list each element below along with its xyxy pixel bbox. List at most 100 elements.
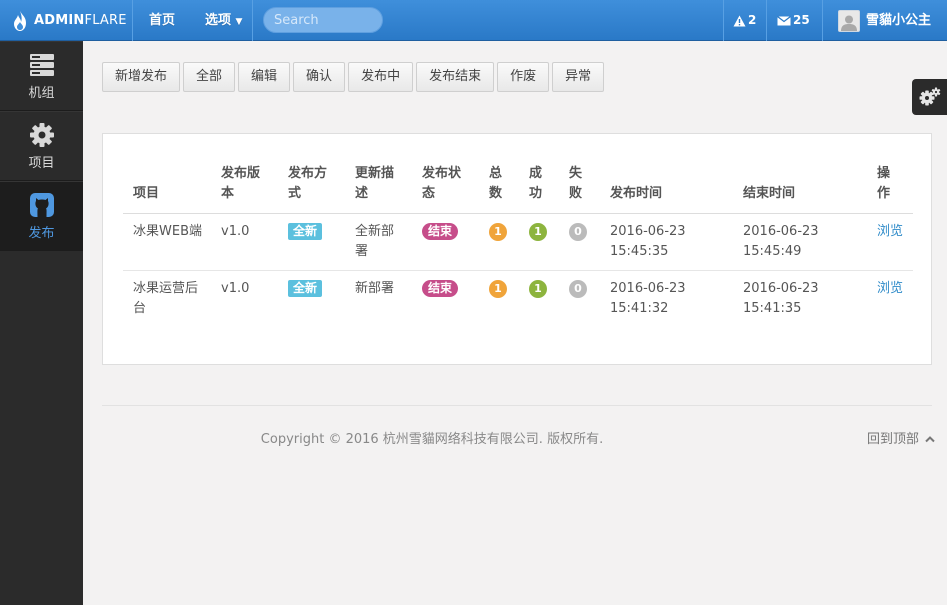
- cell-fail: 0: [559, 213, 600, 271]
- cell-action: 浏览: [867, 213, 913, 271]
- avatar: [838, 9, 860, 32]
- cell-fail: 0: [559, 271, 600, 328]
- method-label: 全新: [288, 223, 323, 240]
- user-silhouette-icon: [841, 15, 857, 31]
- success-count-badge: 1: [529, 223, 547, 241]
- user-menu[interactable]: 雪貓小公主: [838, 0, 931, 41]
- col-header-description: 更新描述: [345, 160, 412, 214]
- table-row: 冰果运营后台 v1.0 全新 新部署 结束 1 1 0 2016-06-23 15…: [123, 271, 913, 328]
- nav-divider: [132, 0, 133, 41]
- cell-total: 1: [479, 213, 519, 271]
- method-label: 全新: [288, 280, 323, 297]
- table-header-row: 项目 发布版本 发布方式 更新描述 发布状态 总数 成功 失败 发布时间 结束时…: [123, 160, 913, 214]
- alerts-indicator[interactable]: 2: [733, 0, 756, 41]
- filter-edit-button[interactable]: 编辑: [238, 62, 291, 92]
- cell-total: 1: [479, 271, 519, 328]
- release-list-panel: 项目 发布版本 发布方式 更新描述 发布状态 总数 成功 失败 发布时间 结束时…: [102, 133, 932, 365]
- cell-version: v1.0: [221, 281, 250, 296]
- release-table: 项目 发布版本 发布方式 更新描述 发布状态 总数 成功 失败 发布时间 结束时…: [123, 160, 913, 328]
- filter-void-button[interactable]: 作废: [497, 62, 550, 92]
- warning-icon: [733, 15, 746, 26]
- brand-logo[interactable]: ADMIN FLARE: [0, 0, 132, 41]
- col-header-start-time: 发布时间: [600, 160, 733, 214]
- cell-project: 冰果运营后台: [133, 281, 199, 316]
- cell-method: 全新: [278, 213, 345, 271]
- col-header-version: 发布版本: [211, 160, 278, 214]
- col-header-total: 总数: [479, 160, 519, 214]
- fail-count-badge: 0: [569, 223, 587, 241]
- cogs-icon: [919, 87, 940, 106]
- cell-action: 浏览: [867, 271, 913, 328]
- sidebar-item-releases[interactable]: 发布: [0, 181, 83, 251]
- back-to-top-label: 回到顶部: [867, 432, 920, 447]
- sidebar-item-label: 项目: [28, 155, 55, 171]
- sidebar-item-projects[interactable]: 项目: [0, 111, 83, 181]
- nav-divider: [822, 0, 823, 41]
- nav-divider: [252, 0, 253, 41]
- cell-version: v1.0: [211, 213, 278, 271]
- nav-divider: [723, 0, 724, 41]
- sidebar-item-servers[interactable]: 机组: [0, 41, 83, 111]
- sidebar-item-label: 发布: [28, 225, 55, 241]
- back-to-top-link[interactable]: 回到顶部: [867, 428, 935, 447]
- col-header-fail: 失败: [559, 160, 600, 214]
- flame-icon: [14, 10, 26, 31]
- success-count-badge: 1: [529, 280, 547, 298]
- cell-end-time: 2016-06-23 15:41:35: [743, 281, 819, 316]
- total-count-badge: 1: [489, 223, 507, 241]
- col-header-end-time: 结束时间: [733, 160, 867, 214]
- col-header-action: 操作: [867, 160, 913, 214]
- col-header-project: 项目: [123, 160, 211, 214]
- nav-options-label: 选项: [205, 13, 232, 28]
- nav-options-dropdown[interactable]: 选项 ▼: [205, 0, 242, 41]
- search-input[interactable]: [263, 7, 383, 33]
- new-release-button[interactable]: 新增发布: [102, 62, 181, 92]
- cell-status: 结束: [412, 213, 479, 271]
- cell-status: 结束: [412, 271, 479, 328]
- col-header-success: 成功: [519, 160, 559, 214]
- server-icon: [29, 53, 54, 76]
- messages-indicator[interactable]: 25: [777, 0, 810, 41]
- filter-error-button[interactable]: 异常: [552, 62, 605, 92]
- cell-method: 全新: [278, 271, 345, 328]
- cell-description: 全新部署: [345, 213, 412, 271]
- footer-divider: [102, 405, 932, 406]
- filter-confirm-button[interactable]: 确认: [293, 62, 346, 92]
- gear-icon: [29, 122, 54, 147]
- filter-finished-button[interactable]: 发布结束: [416, 62, 495, 92]
- user-name: 雪貓小公主: [866, 13, 932, 28]
- copyright-text: Copyright © 2016 杭州雪貓网络科技有限公司. 版权所有.: [260, 432, 604, 447]
- filter-publishing-button[interactable]: 发布中: [348, 62, 414, 92]
- nav-home-link[interactable]: 首页: [149, 0, 175, 41]
- table-row: 冰果WEB端 v1.0 全新 全新部署 结束 1 1 0 2016-06-23 1…: [123, 213, 913, 271]
- envelope-icon: [777, 15, 791, 25]
- view-link[interactable]: 浏览: [877, 224, 903, 239]
- total-count-badge: 1: [489, 280, 507, 298]
- view-link[interactable]: 浏览: [877, 281, 903, 296]
- top-navbar: ADMINFLARE 首页 选项 ▼ 2 25 雪貓小公主: [0, 0, 947, 41]
- cell-success: 1: [519, 271, 559, 328]
- fail-count-badge: 0: [569, 280, 587, 298]
- col-header-status: 发布状态: [412, 160, 479, 214]
- cell-description: 新部署: [355, 281, 395, 296]
- github-icon: [29, 192, 54, 217]
- cell-start-time: 2016-06-23 15:45:35: [600, 213, 733, 271]
- status-badge: 结束: [422, 223, 459, 240]
- chevron-up-icon: [925, 436, 935, 443]
- filter-all-button[interactable]: 全部: [183, 62, 236, 92]
- status-badge: 结束: [422, 280, 459, 297]
- caret-down-icon: ▼: [235, 17, 243, 27]
- sidebar: 机组 项目 发布: [0, 41, 83, 605]
- release-filter-toolbar: 新增发布 全部 编辑 确认 发布中 发布结束 作废 异常: [102, 62, 607, 92]
- cell-success: 1: [519, 213, 559, 271]
- cell-project: 冰果WEB端: [123, 213, 211, 271]
- nav-divider: [766, 0, 767, 41]
- alerts-count: 2: [748, 13, 757, 27]
- cell-end-time: 2016-06-23 15:45:49: [733, 213, 867, 271]
- settings-widget-toggle[interactable]: [912, 79, 947, 115]
- col-header-method: 发布方式: [278, 160, 345, 214]
- brand-name-bold: ADMIN: [34, 13, 85, 28]
- cell-start-time: 2016-06-23 15:41:32: [610, 281, 686, 316]
- messages-count: 25: [793, 13, 810, 27]
- brand-name-light: FLARE: [84, 13, 127, 28]
